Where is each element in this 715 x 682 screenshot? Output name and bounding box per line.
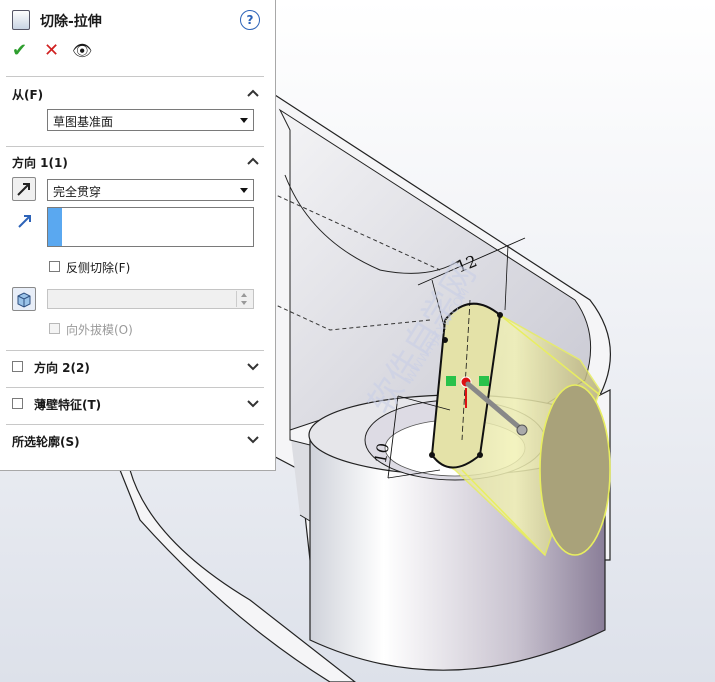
end-condition-select[interactable]: 完全贯穿	[47, 179, 254, 201]
end-condition-value: 完全贯穿	[53, 185, 102, 199]
cut-preview-end-face	[539, 384, 611, 556]
spin-buttons[interactable]	[236, 291, 251, 307]
section-thin-feature-header[interactable]: 薄壁特征(T)	[34, 396, 101, 413]
reverse-arrow-icon	[17, 183, 30, 196]
section-direction2-header[interactable]: 方向 2(2)	[34, 359, 90, 376]
divider	[6, 350, 264, 351]
panel-title: 切除-拉伸	[40, 14, 102, 30]
ok-button[interactable]: ✔	[12, 40, 27, 62]
preview-eye-icon[interactable]: 👁	[72, 40, 92, 62]
from-select[interactable]: 草图基准面	[47, 109, 254, 131]
reverse-direction-button[interactable]	[12, 177, 36, 201]
dropdown-arrow-icon	[240, 118, 248, 123]
help-icon[interactable]: ?	[240, 10, 260, 30]
dropdown-arrow-icon	[240, 188, 248, 193]
draft-icon	[17, 292, 31, 308]
chevron-down-icon[interactable]	[246, 361, 260, 373]
triad-handle-right[interactable]	[479, 376, 489, 386]
direction-selection-box[interactable]	[47, 207, 254, 247]
title-row: 切除-拉伸 ?	[8, 8, 266, 34]
divider	[6, 387, 264, 388]
dimension-10[interactable]: 10	[371, 441, 393, 464]
chevron-down-icon[interactable]	[246, 434, 260, 446]
draft-button[interactable]	[12, 287, 36, 311]
chevron-up-icon[interactable]	[246, 87, 260, 99]
cancel-button[interactable]: ✕	[44, 40, 59, 62]
triad-handle-left[interactable]	[446, 376, 456, 386]
divider	[6, 146, 264, 147]
chevron-down-icon[interactable]	[246, 398, 260, 410]
flip-side-label: 反侧切除(F)	[66, 261, 131, 275]
section-from-header[interactable]: 从(F)	[12, 86, 43, 103]
direction-vector-icon	[18, 215, 31, 228]
divider	[6, 76, 264, 77]
direction2-checkbox[interactable]	[12, 361, 23, 372]
section-direction1-header[interactable]: 方向 1(1)	[12, 154, 68, 171]
flip-side-checkbox[interactable]	[49, 261, 60, 272]
draft-angle-field[interactable]	[47, 289, 254, 309]
draft-outward-label: 向外拔模(O)	[66, 323, 133, 337]
selection-focus-bar	[48, 208, 62, 246]
thin-feature-checkbox[interactable]	[12, 398, 23, 409]
chevron-up-icon[interactable]	[246, 155, 260, 167]
property-manager: 切除-拉伸 ? ✔ ✕ 👁 从(F) 草图基准面 方向 1(1) 完全贯穿 反侧…	[0, 0, 276, 471]
divider	[6, 424, 264, 425]
feature-icon	[12, 10, 30, 30]
section-selected-contours-header[interactable]: 所选轮廓(S)	[12, 433, 80, 450]
draft-outward-checkbox[interactable]	[49, 323, 60, 334]
from-select-value: 草图基准面	[53, 115, 114, 129]
action-bar: ✔ ✕ 👁	[10, 40, 130, 62]
